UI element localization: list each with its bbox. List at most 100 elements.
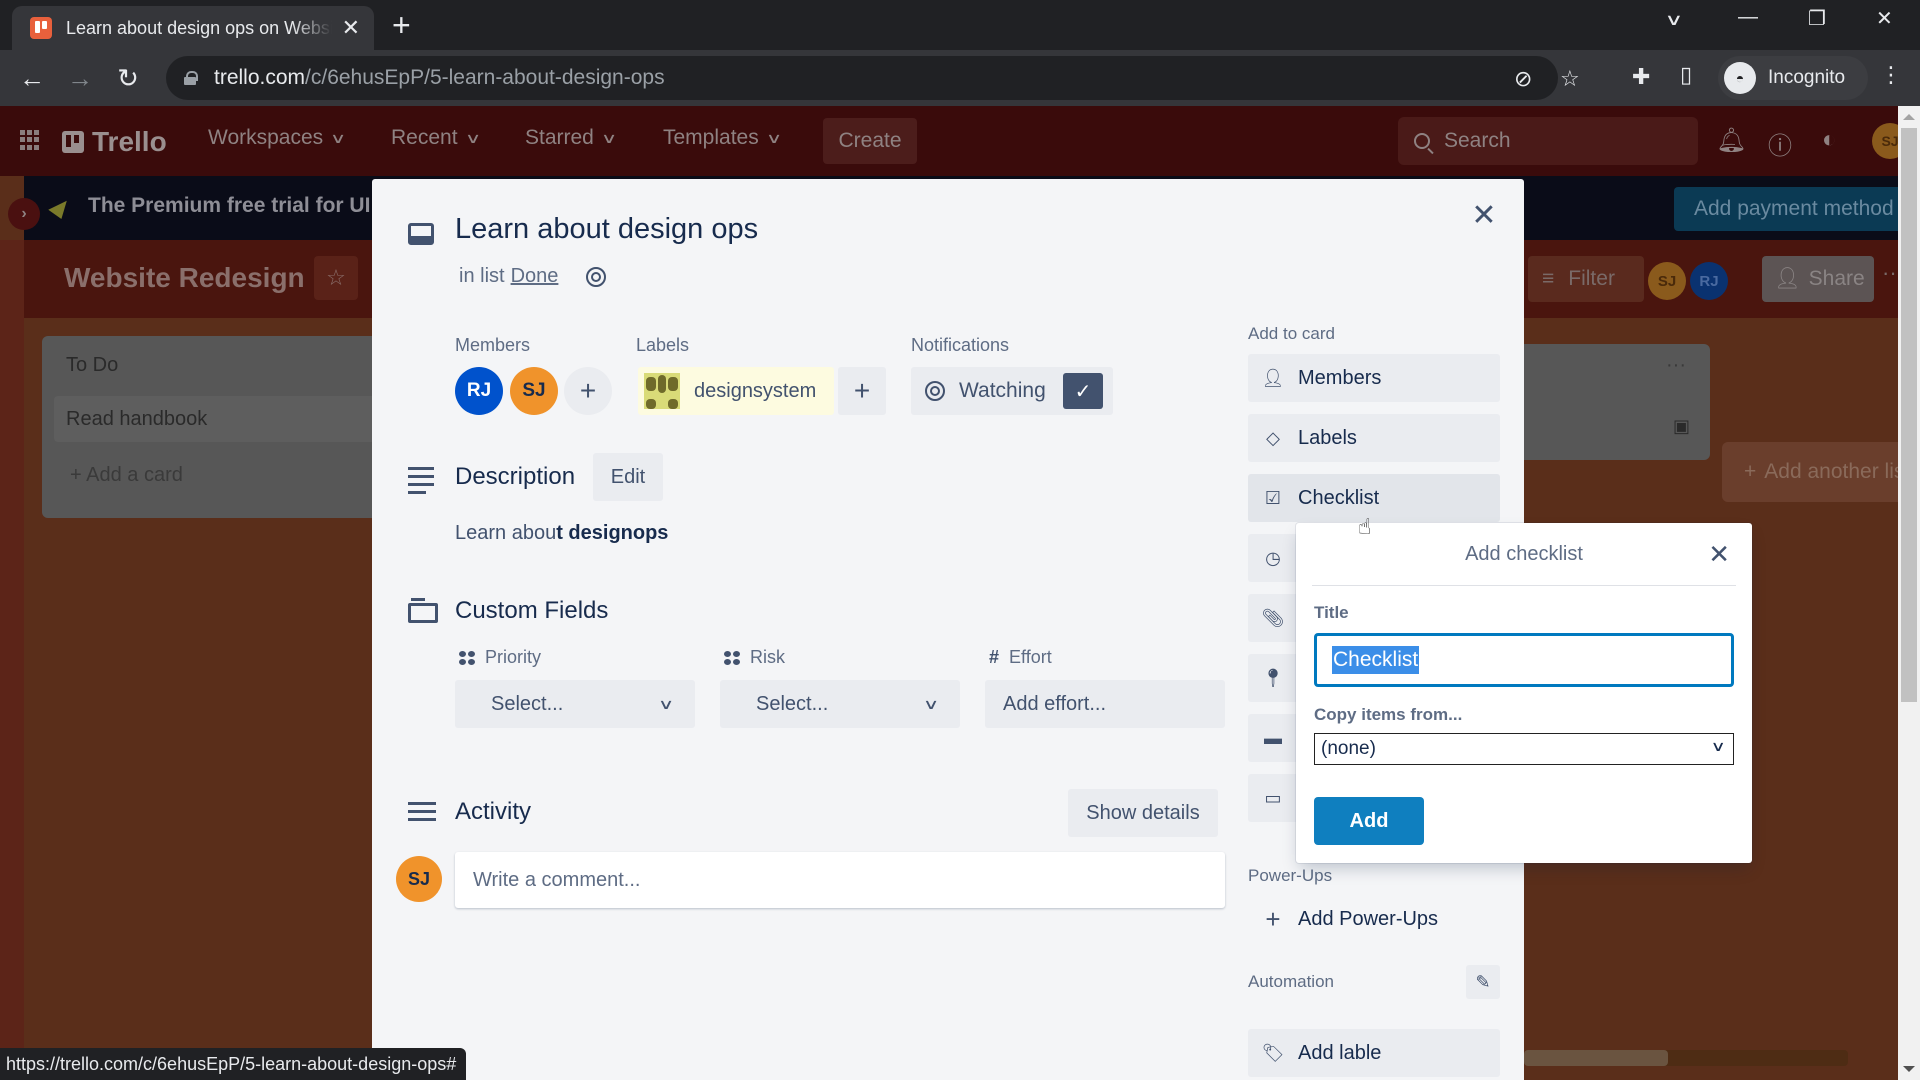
restore-button[interactable]: ❐ [1808,6,1826,31]
search-input[interactable]: Search [1398,117,1698,165]
chevron-down-icon: ∨ [600,129,618,146]
add-lable-button[interactable]: 🏷︎ Add lable [1248,1029,1500,1077]
comment-input[interactable]: Write a comment... [455,852,1225,908]
browser-tab-active[interactable]: Learn about design ops on Website Redesi… [12,6,374,50]
custom-field-label-risk: Risk [724,647,785,668]
app-switcher-icon[interactable] [20,130,40,150]
theme-contrast-icon[interactable]: ◐ [1822,126,1837,154]
minimize-button[interactable]: — [1738,6,1758,29]
board-title[interactable]: Website Redesign [64,262,305,294]
card-title[interactable]: Learn about design ops [455,213,758,246]
card-template-icon[interactable]: ▣ [1673,416,1690,437]
party-popper-icon [48,195,72,219]
list-title[interactable]: To Do [66,354,118,377]
tab-search-chevron-icon[interactable]: ∨ [1664,10,1683,30]
board-member-avatar[interactable]: SJ [1648,262,1686,300]
member-avatar[interactable]: RJ [455,367,503,415]
number-field-icon: # [989,647,1000,667]
filter-button[interactable]: ≡ Filter [1528,256,1644,302]
search-placeholder: Search [1444,129,1511,152]
forward-button[interactable]: → [62,60,98,96]
add-card-button[interactable]: + Add a card [70,464,183,487]
sidebar-item-members[interactable]: 👤︎ Members [1248,354,1500,402]
label-chip[interactable]: designsystem [638,367,834,415]
new-tab-button[interactable]: + [392,8,411,42]
trello-topnav: Trello Workspaces ∨ Recent ∨ Starred ∨ Temp… [0,106,1898,176]
popover-divider [1312,585,1736,586]
star-board-icon[interactable]: ☆ [314,256,358,300]
member-avatar[interactable]: SJ [510,367,558,415]
priority-select[interactable]: Select... ∨ [455,680,695,728]
risk-select[interactable]: Select... ∨ [720,680,960,728]
create-button[interactable]: Create [823,118,917,164]
browser-tabstrip: Learn about design ops on Website Redesi… [0,0,1920,50]
custom-field-label-priority: Priority [459,647,541,668]
reload-button[interactable]: ↻ [110,60,146,96]
tab-close-icon[interactable]: ✕ [342,15,360,41]
add-checklist-popover: Add checklist ✕ Title Checklist Copy ite… [1296,523,1752,863]
browser-toolbar: ← → ↻ trello.com/c/6ehusEpP/5-learn-abou… [0,50,1920,106]
close-popover-icon[interactable]: ✕ [1708,539,1730,570]
dropdown-field-icon [724,650,740,665]
edit-description-button[interactable]: Edit [593,453,663,501]
nav-menu-workspaces[interactable]: Workspaces ∨ [208,126,346,150]
effort-input[interactable]: Add effort... [985,680,1225,728]
help-icon[interactable]: ⓘ [1768,126,1792,161]
add-another-list-button[interactable]: + Add another list [1722,442,1898,502]
scrollbar-thumb[interactable] [1524,1050,1668,1066]
power-ups-label: Power-Ups [1248,866,1333,885]
close-window-button[interactable]: ✕ [1876,6,1893,31]
bookmark-star-icon[interactable]: ☆ [1560,66,1580,92]
board-horizontal-scrollbar[interactable] [1524,1050,1848,1066]
filter-icon: ≡ [1542,267,1555,290]
user-avatar[interactable]: SJ [1872,123,1898,159]
copy-items-label: Copy items from... [1314,705,1463,724]
add-card-label: Add a card [86,464,183,486]
list-card[interactable]: Read handbook [54,396,384,442]
address-bar[interactable]: trello.com/c/6ehusEpP/5-learn-about-desi… [166,56,1580,100]
nav-menu-templates[interactable]: Templates ∨ [663,126,782,150]
browser-menu-icon[interactable]: ⋮ [1880,62,1902,88]
add-label-button[interactable]: + [838,367,886,415]
trello-logo[interactable]: Trello [62,126,167,158]
scroll-up-arrow-icon[interactable] [1903,114,1915,120]
close-modal-icon[interactable]: ✕ [1466,197,1502,233]
label-pattern-icon [644,373,680,409]
show-details-button[interactable]: Show details [1068,789,1218,837]
watch-button[interactable]: Watching ✓ [911,367,1113,415]
add-member-button[interactable]: + [564,367,612,415]
watching-eye-icon [586,266,607,287]
extensions-puzzle-icon[interactable]: ✚ [1632,64,1650,90]
scroll-down-arrow-icon[interactable] [1903,1066,1915,1072]
add-power-ups-button[interactable]: + Add Power-Ups [1248,895,1500,943]
incognito-label: Incognito [1768,67,1846,88]
notifications-bell-icon[interactable]: 🔔︎ [1716,126,1746,155]
add-checklist-button[interactable]: Add [1314,797,1424,845]
page-vertical-scrollbar[interactable] [1898,106,1920,1080]
board-menu-more-icon[interactable]: ··· [1882,260,1898,286]
edit-automation-pencil-icon[interactable]: ✎ [1466,965,1500,999]
side-panel-icon[interactable]: ▯ [1680,62,1692,88]
nav-menu-recent[interactable]: Recent ∨ [391,126,481,150]
scrollbar-thumb[interactable] [1901,128,1917,702]
sidebar-item-labels[interactable]: ◇ Labels [1248,414,1500,462]
custom-fields-icon [408,598,438,623]
tag-icon: ◇ [1266,427,1280,448]
description-text[interactable]: Learn about designops [455,522,668,545]
copy-items-select[interactable]: (none) ∨ [1314,733,1734,765]
nav-menu-starred[interactable]: Starred ∨ [525,126,618,150]
board-member-avatar[interactable]: RJ [1690,262,1728,300]
sidebar-expand-chevron-icon[interactable]: › [8,198,40,230]
custom-field-name: Priority [485,647,542,667]
share-button[interactable]: 👤︎ Share [1762,256,1874,302]
list-link[interactable]: Done [511,265,559,288]
tracking-blocked-eye-icon[interactable]: ⊘ [1514,66,1532,92]
checklist-title-input[interactable]: Checklist [1314,633,1734,687]
list-menu-icon[interactable]: ··· [1666,354,1686,377]
sidebar-item-checklist[interactable]: ☑ Checklist [1248,474,1500,522]
back-button[interactable]: ← [14,60,50,96]
incognito-profile-button[interactable]: ◓ Incognito [1718,56,1868,100]
eye-icon [925,381,945,401]
effort-placeholder: Add effort... [1003,692,1107,715]
add-payment-method-button[interactable]: Add payment method [1674,187,1898,231]
